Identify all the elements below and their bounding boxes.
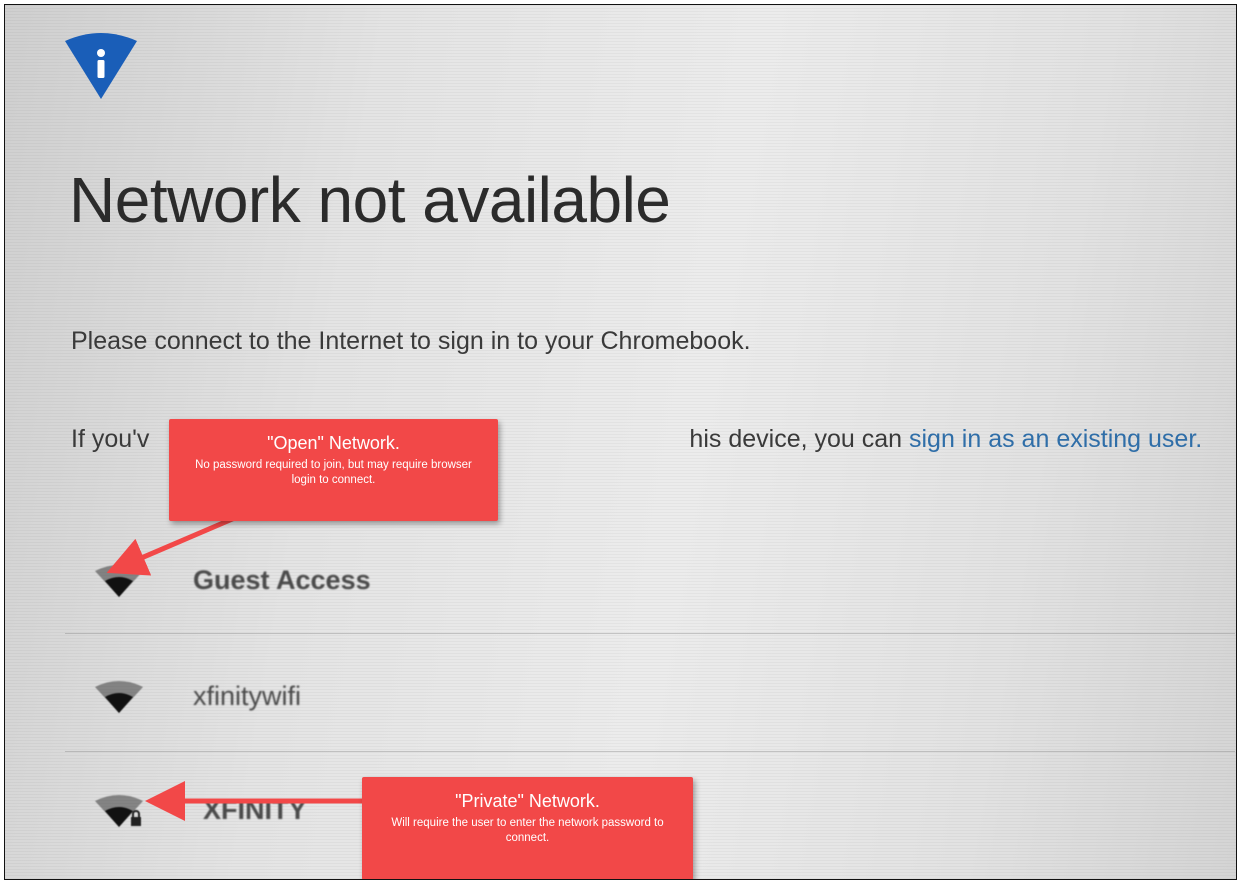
page-title: Network not available xyxy=(69,164,671,236)
callout-open-network: "Open" Network. No password required to … xyxy=(169,419,498,521)
wifi-info-icon xyxy=(65,33,137,99)
callout-title: "Private" Network. xyxy=(455,791,600,811)
network-name: XFINITY xyxy=(203,795,307,825)
network-name: Guest Access xyxy=(193,565,371,595)
list-divider xyxy=(65,751,1235,752)
existing-prefix: If you'v xyxy=(71,425,150,453)
list-divider xyxy=(65,633,1235,634)
connect-prompt: Please connect to the Internet to sign i… xyxy=(71,327,751,355)
network-item-guest-access[interactable]: Guest Access xyxy=(93,553,1193,609)
network-name: xfinitywifi xyxy=(193,681,302,711)
screen-photo: Network not available Please connect to … xyxy=(4,4,1237,880)
callout-private-network: "Private" Network. Will require the user… xyxy=(362,777,693,879)
callout-text: Will require the user to enter the netwo… xyxy=(391,817,664,844)
wifi-icon xyxy=(95,681,143,713)
callout-text: No password required to join, but may re… xyxy=(195,459,472,486)
callout-title: "Open" Network. xyxy=(267,433,400,453)
sign-in-existing-user-link[interactable]: sign in as an existing user. xyxy=(909,425,1202,453)
network-item-xfinitywifi[interactable]: xfinitywifi xyxy=(93,669,1193,725)
wifi-lock-icon xyxy=(95,795,143,827)
wifi-icon xyxy=(95,565,143,597)
existing-suffix: his device, you can xyxy=(689,425,909,453)
